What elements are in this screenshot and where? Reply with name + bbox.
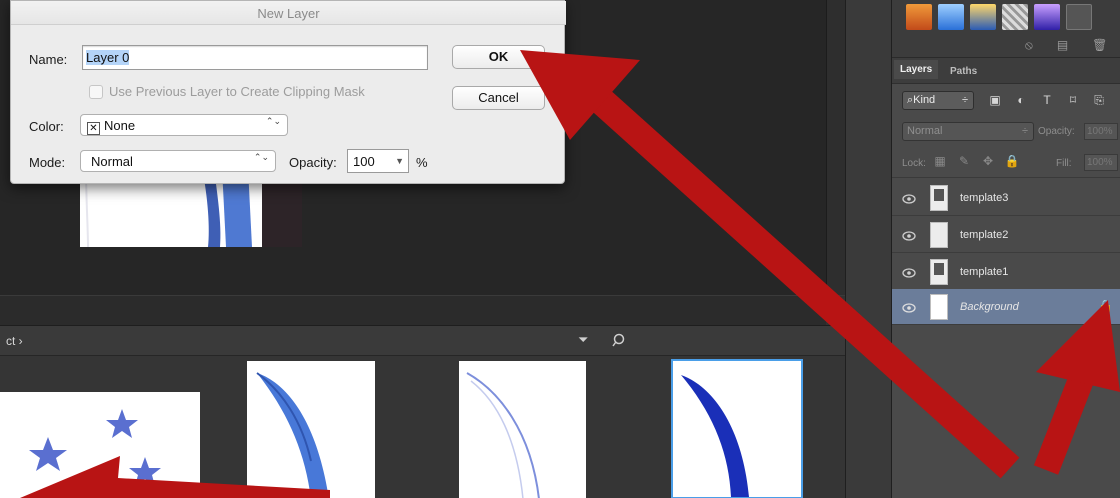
- blend-mode-select[interactable]: Normal ÷: [902, 122, 1034, 141]
- dialog-title: New Layer: [11, 1, 566, 25]
- fill-label: Fill:: [1056, 158, 1072, 169]
- layer-name-input[interactable]: Layer 0: [82, 45, 428, 70]
- opacity-value: 100: [353, 154, 375, 169]
- layer-filter-row: ⌕Kind ÷ ▣ ◐ T ⌑ ⎘: [892, 85, 1120, 115]
- panel-splitter[interactable]: [0, 295, 845, 326]
- library-thumbnail[interactable]: [247, 361, 375, 498]
- select-arrows-icon: ⌃⌄: [265, 116, 281, 126]
- layer-thumbnail: [930, 259, 948, 285]
- select-arrow-icon: ÷: [1021, 125, 1028, 137]
- library-thumbnail-selected[interactable]: [671, 359, 803, 498]
- clipping-mask-checkbox[interactable]: [89, 85, 103, 99]
- library-thumbnail[interactable]: [459, 361, 586, 498]
- chevron-down-icon[interactable]: ▼: [395, 156, 404, 166]
- ok-button[interactable]: OK: [452, 45, 545, 69]
- adjustment-filter-icon[interactable]: ◐: [1012, 91, 1030, 109]
- style-swatch[interactable]: [1066, 4, 1092, 30]
- color-value: None: [104, 118, 136, 133]
- style-swatch[interactable]: [1002, 4, 1028, 30]
- tab-layers[interactable]: Layers: [894, 60, 939, 79]
- no-color-icon: ✕: [87, 122, 100, 135]
- lock-pixels-icon[interactable]: ✎: [956, 154, 972, 170]
- opacity-input[interactable]: 100 ▼: [347, 149, 409, 173]
- layer-name: Background: [960, 301, 1019, 313]
- blend-row: Normal ÷ Opacity: 100%: [892, 118, 1120, 144]
- new-style-icon[interactable]: ▤: [1057, 38, 1068, 53]
- shape-filter-icon[interactable]: ⌑: [1064, 91, 1082, 109]
- layer-name-value: Layer 0: [86, 50, 130, 65]
- mode-label: Mode:: [29, 155, 66, 170]
- blend-mode-value: Normal: [907, 125, 943, 137]
- splitter-grip[interactable]: [826, 296, 845, 326]
- visibility-eye-icon[interactable]: [902, 229, 916, 241]
- pixel-filter-icon[interactable]: ▣: [986, 91, 1004, 109]
- style-swatch[interactable]: [970, 4, 996, 30]
- tab-paths[interactable]: Paths: [950, 66, 977, 77]
- new-layer-dialog: New Layer Name: Layer 0 Use Previous Lay…: [10, 0, 566, 184]
- layer-opacity-field[interactable]: 100%: [1084, 123, 1118, 140]
- mode-value: Normal: [91, 154, 133, 169]
- lock-row: Lock: ▦ ✎ ✥ 🔒 Fill: 100%: [892, 148, 1120, 178]
- mode-select[interactable]: Normal ⌃⌄: [80, 150, 276, 172]
- search-icon[interactable]: [612, 332, 630, 350]
- visibility-eye-icon[interactable]: [902, 192, 916, 204]
- canvas-vertical-scrollbar[interactable]: [826, 0, 845, 295]
- library-panel: ct › ⏷: [0, 325, 845, 498]
- layer-row[interactable]: template2: [892, 217, 1120, 253]
- library-thumbnail[interactable]: [0, 392, 200, 498]
- percent-label: %: [416, 155, 428, 170]
- type-filter-icon[interactable]: T: [1038, 91, 1056, 109]
- filter-kind-label: ⌕Kind: [907, 94, 936, 106]
- color-label: Color:: [29, 119, 64, 134]
- layer-name: template1: [960, 266, 1009, 278]
- panel-tab-bar: Layers Paths: [892, 58, 1120, 84]
- style-swatch[interactable]: [1034, 4, 1060, 30]
- layer-name: template2: [960, 229, 1009, 241]
- trash-icon[interactable]: 🗑: [1092, 38, 1107, 53]
- filter-kind-select[interactable]: ⌕Kind ÷: [902, 91, 974, 110]
- lock-label: Lock:: [902, 158, 926, 169]
- panel-gutter: [845, 0, 892, 498]
- layer-name: template3: [960, 192, 1009, 204]
- filter-icon[interactable]: ⏷: [578, 332, 596, 350]
- layers-panel: Layers Paths ⌕Kind ÷ ▣ ◐ T ⌑ ⎘ Normal ÷ …: [892, 58, 1120, 498]
- select-arrows-icon: ⌃⌄: [253, 152, 269, 162]
- layer-row[interactable]: template3: [892, 180, 1120, 216]
- breadcrumb[interactable]: ct ›: [6, 334, 23, 348]
- visibility-eye-icon[interactable]: [902, 301, 916, 313]
- clear-style-icon[interactable]: ⦸: [1025, 38, 1033, 53]
- layer-row-selected[interactable]: Background 🔒: [892, 289, 1120, 325]
- lock-all-icon[interactable]: 🔒: [1004, 154, 1020, 170]
- smart-object-filter-icon[interactable]: ⎘: [1090, 91, 1108, 109]
- layer-fill-field[interactable]: 100%: [1084, 154, 1118, 171]
- layer-row[interactable]: template1: [892, 254, 1120, 290]
- library-toolbar: ct › ⏷: [0, 326, 845, 356]
- style-swatch[interactable]: [938, 4, 964, 30]
- select-arrow-icon: ÷: [961, 94, 968, 106]
- name-label: Name:: [29, 52, 68, 67]
- opacity-label: Opacity:: [289, 155, 337, 170]
- lock-transparent-icon[interactable]: ▦: [932, 154, 948, 170]
- styles-panel-icons: ⦸ ▤ 🗑: [1025, 38, 1107, 53]
- layer-thumbnail: [930, 222, 948, 248]
- cancel-button[interactable]: Cancel: [452, 86, 545, 110]
- layer-lock-icon[interactable]: 🔒: [1098, 299, 1113, 313]
- layer-thumbnail: [930, 294, 948, 320]
- lock-position-icon[interactable]: ✥: [980, 154, 996, 170]
- style-swatch[interactable]: [906, 4, 932, 30]
- layer-thumbnail: [930, 185, 948, 211]
- clipping-mask-label: Use Previous Layer to Create Clipping Ma…: [109, 84, 365, 99]
- color-select[interactable]: ✕ None ⌃⌄: [80, 114, 288, 136]
- opacity-label: Opacity:: [1038, 126, 1075, 137]
- visibility-eye-icon[interactable]: [902, 266, 916, 278]
